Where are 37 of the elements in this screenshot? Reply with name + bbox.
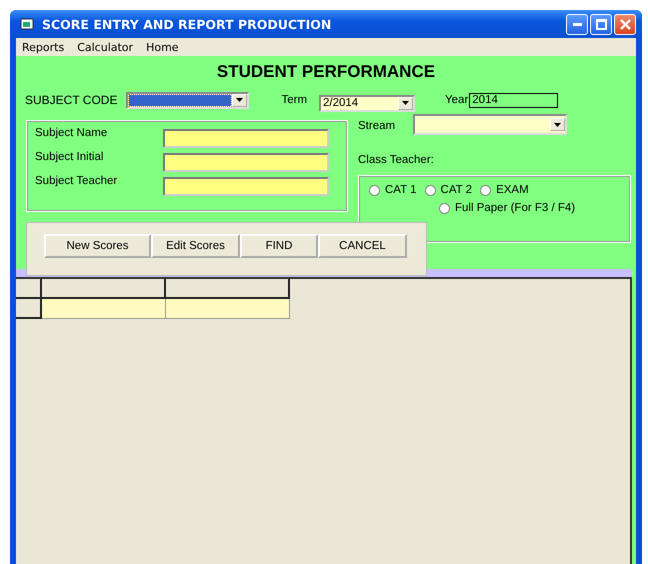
year-field[interactable]: 2014: [469, 92, 558, 108]
subject-code-label: SUBJECT CODE: [25, 93, 118, 107]
maximize-icon: [596, 18, 606, 30]
term-label: Term: [281, 94, 308, 106]
command-button[interactable]: CANCEL: [318, 234, 407, 258]
input-field[interactable]: [163, 153, 329, 172]
window-title: SCORE ENTRY AND REPORT PRODUCTION: [42, 16, 332, 32]
window-icon: [20, 18, 34, 30]
radio-option[interactable]: EXAM: [480, 184, 529, 196]
menu-item[interactable]: Calculator: [77, 40, 134, 54]
maximize-button[interactable]: [590, 14, 612, 34]
field-label: Subject Initial: [35, 151, 104, 163]
close-button[interactable]: [614, 14, 636, 34]
close-icon: [620, 18, 630, 30]
table-cell[interactable]: [165, 298, 289, 318]
radio-option[interactable]: Full Paper (For F3 / F4): [439, 202, 576, 214]
field-label: Subject Teacher: [35, 175, 118, 187]
table-cell[interactable]: [41, 298, 165, 318]
stream-label: Stream: [358, 120, 396, 132]
radio-option[interactable]: CAT 1: [369, 184, 417, 196]
menu-item[interactable]: Home: [146, 40, 179, 54]
minimize-button[interactable]: [566, 14, 588, 34]
class-teacher-label: Class Teacher:: [358, 154, 435, 166]
subject-code-dropdown[interactable]: [126, 92, 250, 108]
command-button[interactable]: Edit Scores: [151, 234, 240, 258]
field-label: Subject Name: [35, 127, 108, 139]
form-heading: STUDENT PERFORMANCE: [216, 62, 436, 83]
year-label: Year: [445, 94, 468, 106]
menu-item[interactable]: Reports: [22, 40, 64, 54]
command-button[interactable]: New Scores: [44, 234, 151, 258]
minimize-icon: [572, 22, 582, 26]
command-button[interactable]: FIND: [240, 234, 318, 258]
input-field[interactable]: [163, 177, 329, 196]
input-field[interactable]: [163, 129, 329, 148]
radio-option[interactable]: CAT 2: [424, 184, 472, 196]
term-dropdown[interactable]: 2/2014: [319, 94, 416, 112]
stream-dropdown[interactable]: [413, 114, 568, 135]
